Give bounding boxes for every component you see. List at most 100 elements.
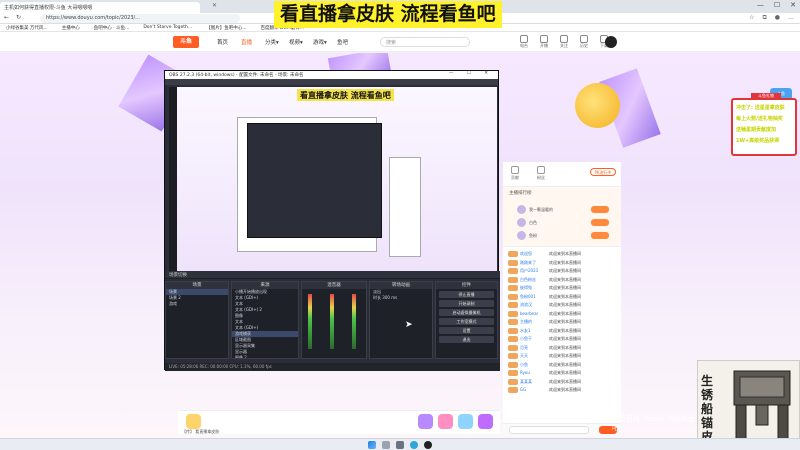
back-icon[interactable]: ← — [4, 14, 9, 21]
chat-row[interactable]: Ryou 欢迎来到本直播间 — [503, 369, 621, 378]
nav-game[interactable]: 游戏▾ — [313, 38, 337, 46]
chat-username[interactable]: 水友1 — [520, 328, 531, 334]
follow-icon[interactable]: 关注 — [557, 35, 571, 49]
site-logo[interactable]: 斗鱼 — [173, 36, 199, 48]
chat-username[interactable]: 流浪汉 — [520, 302, 532, 308]
chat-username[interactable]: 鱼粉001 — [520, 294, 536, 300]
gift-item[interactable] — [478, 414, 493, 429]
chat-username[interactable]: 小鱼干 — [520, 336, 532, 342]
browser-nav: ← ↻ — [4, 14, 21, 21]
chat-username[interactable]: 白色粉丝 — [520, 277, 536, 283]
radio-icon[interactable]: 电台 — [517, 35, 531, 49]
scene-item[interactable]: 游戏 — [166, 301, 228, 307]
browser-tab[interactable]: 主机如何获得直播权限-斗鱼 大哥嗯嗯嗯 — [0, 2, 200, 13]
bookmark-item[interactable]: 鱼吧中心 · 斗鱼... — [94, 25, 130, 31]
pk-pill[interactable]: PK进行中 — [590, 168, 616, 176]
bookmark-item[interactable]: 【图片】鱼吧中心... — [206, 25, 246, 31]
chat-username[interactable]: Ryou — [520, 370, 530, 375]
chat-row[interactable]: 彼得兔 欢迎来到本直播间 — [503, 284, 621, 293]
start-icon[interactable] — [368, 441, 376, 449]
chat-username[interactable]: 刚刚来了 — [520, 260, 536, 266]
gift-item[interactable] — [418, 414, 433, 429]
chat-username[interactable]: 彼得兔 — [520, 285, 532, 291]
nav-home[interactable]: 首页 — [217, 38, 241, 46]
obs-taskbar-icon[interactable] — [424, 441, 432, 449]
chat-input[interactable] — [509, 426, 589, 434]
gift-item[interactable] — [458, 414, 473, 429]
url-field[interactable]: https://www.douyu.com/topic/2023/... — [40, 14, 240, 23]
level-badge — [508, 378, 518, 385]
bookmark-item[interactable]: 主播中心 — [62, 25, 80, 31]
chat-row[interactable]: 月亮 欢迎来到本直播间 — [503, 344, 621, 353]
rank-row[interactable]: 白色 — [509, 218, 615, 228]
rank-row[interactable]: 鱼粉 — [509, 231, 615, 241]
obs-control-button[interactable]: 退出 — [439, 336, 494, 343]
chat-row[interactable]: 刚刚来了 欢迎来到本直播间 — [503, 259, 621, 268]
profile-icon[interactable]: ● — [775, 14, 780, 22]
chat-username[interactable]: bearbear — [520, 311, 538, 316]
minimize-icon[interactable]: — — [757, 1, 764, 9]
rank-badge — [591, 232, 609, 239]
gift-item[interactable] — [186, 414, 201, 429]
chat-username[interactable]: 用户2023 — [520, 268, 538, 274]
obs-control-button[interactable]: 启动虚拟摄像机 — [439, 309, 494, 316]
transition-duration[interactable]: 时长 300 ms — [370, 295, 432, 301]
source-item[interactable]: 图像 2 — [232, 355, 298, 358]
obs-menubar[interactable] — [165, 79, 498, 85]
chat-row[interactable]: 主播的 欢迎来到本直播间 — [503, 318, 621, 327]
chat-row[interactable]: bearbear 欢迎来到本直播间 — [503, 310, 621, 319]
taskbar — [0, 438, 800, 450]
gift-item[interactable] — [438, 414, 453, 429]
broadcast-icon[interactable]: 开播 — [537, 35, 551, 49]
taskview-icon[interactable] — [396, 441, 404, 449]
search-icon[interactable] — [382, 441, 390, 449]
level-badge — [508, 387, 518, 393]
chat-username[interactable]: GG — [520, 387, 526, 392]
history-icon[interactable]: 历史 — [577, 35, 591, 49]
rank-row[interactable]: 我一颗温暖的 — [509, 205, 615, 215]
nav-category[interactable]: 分类▾ — [265, 38, 289, 46]
fans-icon[interactable]: 粉丝 — [531, 166, 551, 181]
chat-row[interactable]: 白色粉丝 欢迎来到本直播间 — [503, 276, 621, 285]
obs-window-controls[interactable]: — ☐ ✕ — [449, 71, 494, 76]
bookmark-item[interactable]: Don't Starve Togeth... — [143, 25, 192, 30]
chat-username[interactable]: 主播的 — [520, 319, 532, 325]
site-search-input[interactable]: 搜索 — [380, 37, 470, 47]
chat-username[interactable]: 小鱼 — [520, 362, 528, 368]
nav-yuba[interactable]: 鱼吧 — [337, 38, 361, 46]
nav-live[interactable]: 直播 — [241, 38, 265, 46]
chat-row[interactable]: 小鱼干 欢迎来到本直播间 — [503, 335, 621, 344]
chat-row[interactable]: 流浪汉 欢迎来到本直播间 — [503, 301, 621, 310]
favorite-icon[interactable]: ☆ — [749, 14, 754, 22]
chat-username[interactable]: 天天 — [520, 353, 528, 359]
obs-control-button[interactable]: 设置 — [439, 327, 494, 334]
refresh-icon[interactable]: ↻ — [16, 14, 21, 21]
edge-icon[interactable] — [410, 441, 418, 449]
maximize-icon[interactable]: ☐ — [774, 1, 780, 9]
obs-control-button[interactable]: 停止直播 — [439, 291, 494, 298]
close-window-icon[interactable]: ✕ — [790, 1, 796, 9]
tab-close-icon[interactable]: ✕ — [212, 2, 217, 9]
chat-username[interactable]: 月亮 — [520, 345, 528, 351]
obs-control-button[interactable]: 工作室模式 — [439, 318, 494, 325]
more-icon[interactable]: … — [788, 14, 794, 22]
chat-row[interactable]: 小鱼 欢迎来到本直播间 — [503, 361, 621, 370]
contrib-icon[interactable]: 贡献 — [505, 166, 525, 181]
chat-row[interactable]: 天天 欢迎来到本直播间 — [503, 352, 621, 361]
user-avatar[interactable] — [605, 36, 617, 48]
obs-preview[interactable]: 看直播拿皮肤 流程看鱼吧 — [169, 87, 497, 273]
chat-username[interactable]: 某某某 — [520, 379, 532, 385]
obs-control-button[interactable]: 开始录制 — [439, 300, 494, 307]
chat-row[interactable]: 水友1 欢迎来到本直播间 — [503, 327, 621, 336]
extensions-icon[interactable]: ⧉ — [762, 14, 766, 22]
bookmark-item[interactable]: 小绿谷集美 万代风... — [6, 25, 48, 31]
chat-row[interactable]: 欢迎您 欢迎来到本直播间 — [503, 250, 621, 259]
chat-message: 欢迎来到本直播间 — [549, 310, 581, 316]
sidebar-top: 贡献 粉丝 PK进行中 — [503, 162, 621, 187]
chat-row[interactable]: 用户2023 欢迎来到本直播间 — [503, 267, 621, 276]
chat-row[interactable]: GG 欢迎来到本直播间 — [503, 386, 621, 395]
chat-row[interactable]: 某某某 欢迎来到本直播间 — [503, 378, 621, 387]
nav-video[interactable]: 视频▾ — [289, 38, 313, 46]
chat-row[interactable]: 鱼粉001 欢迎来到本直播间 — [503, 293, 621, 302]
chat-username[interactable]: 欢迎您 — [520, 251, 532, 257]
